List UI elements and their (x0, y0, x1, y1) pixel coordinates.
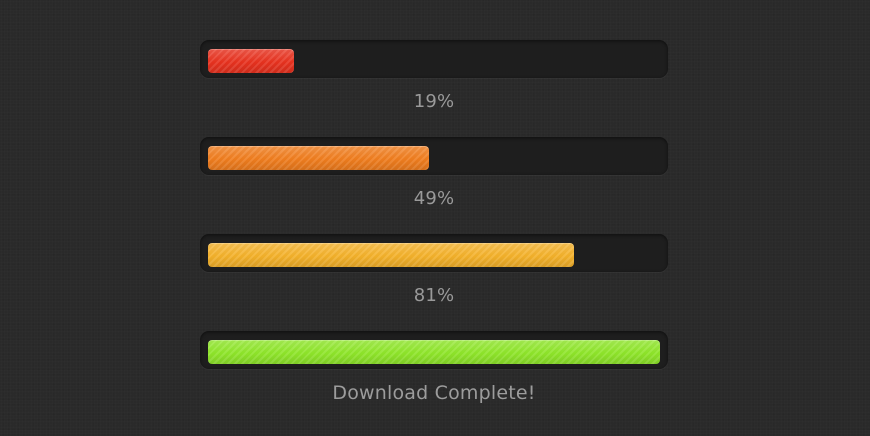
progress-track (200, 137, 668, 175)
progress-bar-1: 19% (200, 38, 668, 135)
progress-fill (208, 243, 574, 267)
progress-percent-label: 49% (413, 188, 455, 209)
progress-bar-2: 49% (200, 135, 668, 232)
progress-track (200, 40, 668, 78)
progress-fill (208, 340, 660, 364)
progress-bar-3: 81% (200, 232, 668, 329)
progress-percent-label: 19% (413, 91, 455, 112)
progress-stack: 19% 49% 81% Download Complete! (200, 38, 668, 426)
progress-fill (208, 146, 429, 170)
progress-bar-4: Download Complete! (200, 329, 668, 426)
progress-fill (208, 49, 294, 73)
progress-percent-label: 81% (413, 285, 455, 306)
progress-track (200, 331, 668, 369)
progress-track (200, 234, 668, 272)
download-complete-label: Download Complete! (332, 382, 536, 404)
